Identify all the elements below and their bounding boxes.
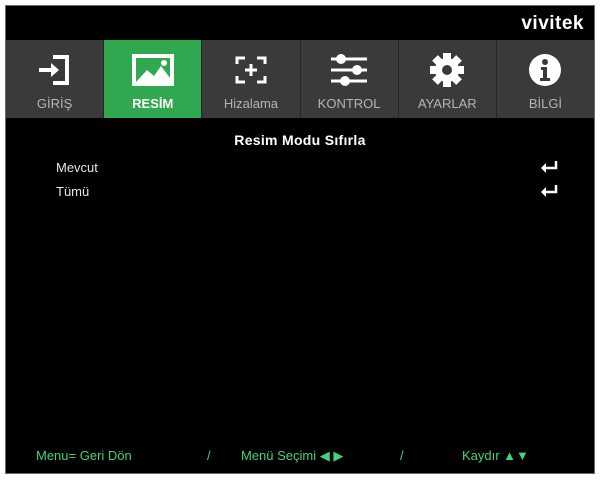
tab-label: Hizalama: [223, 96, 279, 111]
tab-label: KONTROL: [317, 96, 381, 111]
footer-help-bar: Menu= Geri Dön / Menü Seçimi ◀ ▶ / Kaydı…: [6, 437, 594, 473]
gear-icon: [428, 52, 466, 88]
menu-item-tumu[interactable]: Tümü: [56, 184, 558, 204]
menu-item-label: Tümü: [56, 184, 90, 199]
content-panel: Resim Modu Sıfırla Mevcut Tümü: [6, 118, 594, 437]
enter-icon: [540, 184, 558, 201]
tab-giris[interactable]: GİRİŞ: [6, 40, 105, 118]
tab-label: BİLGİ: [528, 96, 563, 111]
menu-tabs: GİRİŞ RESİM Hizalama KONTROL AYARLAR BİL…: [6, 40, 594, 118]
vivitek-logo: vivitek: [521, 13, 584, 34]
picture-icon: [131, 52, 175, 88]
tab-resim[interactable]: RESİM: [104, 40, 203, 118]
panel-title: Resim Modu Sıfırla: [234, 132, 366, 148]
enter-icon: [540, 160, 558, 177]
osd-menu: vivitek GİRİŞ RESİM Hizalama KONTROL AYA…: [5, 5, 595, 474]
menu-item-label: Mevcut: [56, 160, 98, 175]
footer-select-hint: Menü Seçimi ◀ ▶: [241, 448, 344, 463]
footer-scroll-hint: Kaydır ▲▼: [462, 448, 529, 463]
alignment-crosshair-icon: [231, 52, 271, 88]
tab-bilgi[interactable]: BİLGİ: [497, 40, 594, 118]
tab-label: GİRİŞ: [36, 96, 73, 111]
tab-label: AYARLAR: [417, 96, 477, 111]
footer-separator: /: [400, 448, 404, 463]
brand-bar: vivitek: [6, 6, 594, 40]
footer-back-hint: Menu= Geri Dön: [36, 448, 132, 463]
tab-kontrol[interactable]: KONTROL: [301, 40, 399, 118]
menu-item-mevcut[interactable]: Mevcut: [56, 160, 558, 180]
info-icon: [527, 52, 563, 88]
tab-hizalama[interactable]: Hizalama: [202, 40, 301, 118]
tab-label: RESİM: [132, 96, 174, 111]
sliders-icon: [327, 52, 371, 88]
footer-separator: /: [207, 448, 211, 463]
tab-ayarlar[interactable]: AYARLAR: [399, 40, 497, 118]
input-arrow-icon: [35, 52, 75, 88]
